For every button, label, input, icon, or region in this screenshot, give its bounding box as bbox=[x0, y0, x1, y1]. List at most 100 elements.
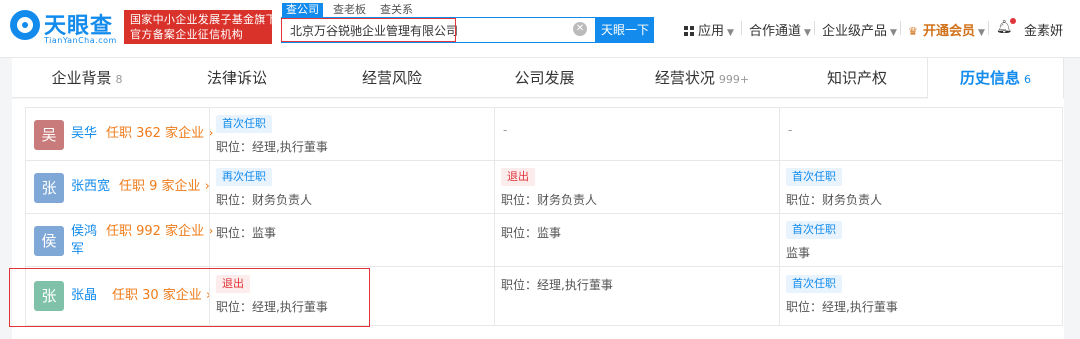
personnel-table: 吴 吴华 任职 362 家企业 › 首次任职 职位：经理,执行董事 - - 张 … bbox=[25, 107, 1063, 326]
nav-cooperation[interactable]: 合作通道 ▼ bbox=[749, 20, 811, 39]
person-name[interactable]: 张西宽 bbox=[71, 178, 110, 196]
change-cell: 职位：经理,执行董事 bbox=[494, 267, 779, 325]
tab-label: 知识产权 bbox=[826, 69, 887, 87]
change-cell: - bbox=[779, 108, 1063, 160]
clear-icon[interactable]: ✕ bbox=[573, 22, 587, 36]
position-text: 职位：经理,执行董事 bbox=[216, 300, 328, 314]
tab-label: 公司发展 bbox=[514, 69, 575, 87]
change-cell: 职位：监事 bbox=[209, 214, 494, 266]
change-cell: 退出 职位：财务负责人 bbox=[494, 161, 779, 213]
search-type-tabs: 查公司 查老板 查关系 bbox=[282, 3, 423, 17]
nav-apps[interactable]: 应用 ▼ bbox=[684, 20, 734, 39]
change-cell: 首次任职 职位：财务负责人 bbox=[779, 161, 1063, 213]
tab-history[interactable]: 历史信息 6 bbox=[927, 58, 1064, 99]
change-cell: 首次任职 职位：经理,执行董事 bbox=[209, 108, 494, 160]
tab-operations[interactable]: 经营状况 999+ bbox=[617, 58, 787, 98]
tab-count: 6 bbox=[1024, 73, 1031, 86]
person-name-line-2[interactable]: 军 bbox=[71, 241, 84, 259]
position-text: 职位：经理,执行董事 bbox=[501, 278, 613, 292]
person-company-count[interactable]: 任职 30 家企业 › bbox=[112, 287, 211, 305]
search-tab-relation[interactable]: 查关系 bbox=[376, 3, 417, 17]
position-text: 职位：经理,执行董事 bbox=[786, 300, 898, 314]
official-badge: 国家中小企业发展子基金旗下 官方备案企业征信机构 bbox=[124, 10, 277, 44]
status-badge: 首次任职 bbox=[786, 275, 842, 293]
status-badge: 退出 bbox=[501, 168, 535, 186]
top-bar: 天眼查 TianYanCha.com 国家中小企业发展子基金旗下 官方备案企业征… bbox=[0, 0, 1080, 58]
change-cell: 首次任职 监事 bbox=[779, 214, 1063, 266]
person-cell: 张 张西宽 任职 9 家企业 › bbox=[25, 161, 210, 213]
search-tab-boss[interactable]: 查老板 bbox=[329, 3, 370, 17]
chevron-down-icon: ▼ bbox=[890, 28, 897, 38]
chevron-down-icon: ▼ bbox=[978, 28, 985, 38]
status-badge: 首次任职 bbox=[786, 168, 842, 186]
nav-enterprise-label: 企业级产品 bbox=[822, 24, 888, 39]
logo-subtitle: TianYanCha.com bbox=[44, 36, 117, 45]
chevron-down-icon: ▼ bbox=[804, 28, 811, 38]
status-badge: 退出 bbox=[216, 275, 250, 293]
site-logo[interactable]: 天眼查 TianYanCha.com bbox=[10, 8, 118, 48]
position-text: 监事 bbox=[786, 246, 811, 260]
position-text: 职位：监事 bbox=[501, 226, 562, 240]
nav-divider bbox=[741, 21, 742, 35]
person-cell: 张 张晶 任职 30 家企业 › bbox=[25, 267, 211, 325]
change-cell: 再次任职 职位：财务负责人 bbox=[209, 161, 494, 213]
position-text: 职位：财务负责人 bbox=[501, 193, 598, 207]
avatar: 张 bbox=[34, 173, 64, 203]
status-badge: 首次任职 bbox=[786, 221, 842, 239]
empty-dash: - bbox=[788, 123, 793, 137]
position-text: 职位：经理,执行董事 bbox=[216, 140, 328, 154]
tab-count: 8 bbox=[115, 73, 123, 86]
avatar: 张 bbox=[34, 281, 64, 311]
nav-divider bbox=[900, 21, 901, 35]
search-tab-company[interactable]: 查公司 bbox=[282, 3, 323, 17]
person-name[interactable]: 吴华 bbox=[71, 125, 97, 143]
status-badge: 首次任职 bbox=[216, 115, 272, 133]
table-row: 侯 侯鸿 军 任职 992 家企业 › 职位：监事 职位：监事 首次任职 监事 bbox=[25, 214, 1063, 267]
person-company-count[interactable]: 任职 992 家企业 › bbox=[106, 223, 213, 241]
eye-logo-icon bbox=[10, 10, 40, 40]
change-cell: 退出 职位：经理,执行董事 bbox=[209, 267, 494, 325]
position-text: 职位：监事 bbox=[216, 226, 277, 240]
tab-label: 历史信息 bbox=[959, 69, 1020, 87]
nav-enterprise[interactable]: 企业级产品 ▼ bbox=[822, 20, 897, 39]
person-company-count[interactable]: 任职 9 家企业 › bbox=[119, 178, 210, 196]
crown-icon: ♛ bbox=[908, 25, 918, 38]
person-name[interactable]: 侯鸿 bbox=[71, 223, 97, 241]
table-row: 吴 吴华 任职 362 家企业 › 首次任职 职位：经理,执行董事 - - bbox=[25, 108, 1063, 161]
history-content: 吴 吴华 任职 362 家企业 › 首次任职 职位：经理,执行董事 - - 张 … bbox=[12, 99, 1064, 339]
change-cell: - bbox=[494, 108, 779, 160]
search-input[interactable]: 北京万谷锐驰企业管理有限公司 ✕ bbox=[281, 17, 596, 43]
badge-line-1: 国家中小企业发展子基金旗下 bbox=[130, 13, 277, 26]
tab-legal[interactable]: 法律诉讼 bbox=[162, 58, 312, 98]
nav-apps-label: 应用 bbox=[698, 24, 725, 39]
nav-vip[interactable]: ♛ 开通会员 ▼ bbox=[908, 20, 985, 39]
position-text: 职位：财务负责人 bbox=[216, 193, 313, 207]
apps-grid-icon bbox=[684, 26, 694, 36]
tab-background[interactable]: 企业背景 8 bbox=[12, 58, 162, 98]
search-button[interactable]: 天眼一下 bbox=[596, 17, 654, 43]
tab-development[interactable]: 公司发展 bbox=[472, 58, 617, 98]
tab-ip[interactable]: 知识产权 bbox=[787, 58, 927, 98]
nav-divider bbox=[814, 21, 815, 35]
nav-cooperation-label: 合作通道 bbox=[749, 24, 802, 39]
tab-count: 999+ bbox=[718, 73, 750, 86]
person-name[interactable]: 张晶 bbox=[71, 287, 97, 305]
badge-line-2: 官方备案企业征信机构 bbox=[130, 28, 243, 41]
person-company-count[interactable]: 任职 362 家企业 › bbox=[106, 125, 213, 143]
person-cell: 吴 吴华 任职 362 家企业 › bbox=[25, 108, 213, 160]
person-cell: 侯 侯鸿 军 任职 992 家企业 › bbox=[25, 214, 213, 266]
position-text: 职位：财务负责人 bbox=[786, 193, 883, 207]
nav-vip-label: 开通会员 bbox=[923, 24, 976, 39]
empty-dash: - bbox=[503, 123, 508, 137]
avatar: 侯 bbox=[34, 226, 64, 256]
tab-risk[interactable]: 经营风险 bbox=[312, 58, 472, 98]
tab-label: 法律诉讼 bbox=[206, 69, 267, 87]
nav-user[interactable]: 金素妍 bbox=[1024, 20, 1063, 39]
change-cell: 首次任职 职位：经理,执行董事 bbox=[779, 267, 1063, 325]
tab-label: 经营风险 bbox=[361, 69, 422, 87]
tab-label: 企业背景 bbox=[51, 69, 112, 87]
change-cell: 职位：监事 bbox=[494, 214, 779, 266]
chevron-down-icon: ▼ bbox=[727, 28, 734, 38]
search-input-value: 北京万谷锐驰企业管理有限公司 bbox=[290, 24, 459, 38]
bell-icon[interactable]: 🔔︎ bbox=[996, 20, 1013, 36]
